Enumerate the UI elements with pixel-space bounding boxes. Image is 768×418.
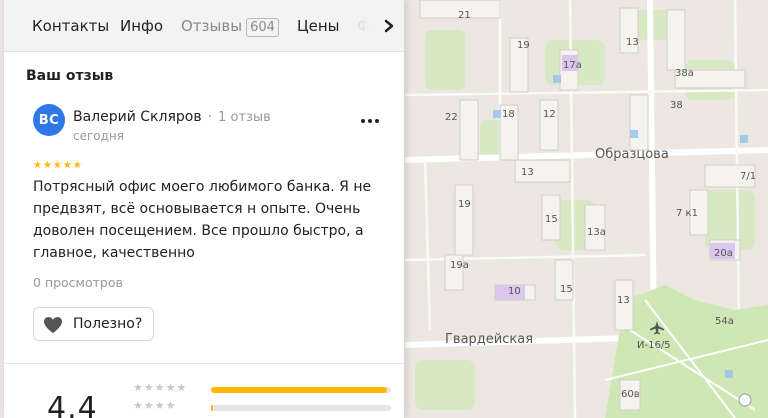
svg-text:21: 21 [458, 10, 471, 21]
tab-reviews-label: Отзывы [181, 17, 243, 35]
svg-text:20а: 20а [714, 248, 733, 259]
svg-text:13: 13 [617, 295, 630, 306]
distribution-track [211, 405, 391, 411]
svg-text:17а: 17а [563, 60, 582, 71]
tab-contacts[interactable]: Контакты [32, 17, 109, 35]
section-title: Ваш отзыв [26, 68, 114, 84]
tab-bar: Контакты Инфо Отзывы604 Цены Фо [4, 0, 404, 52]
tab-prices[interactable]: Цены [297, 17, 340, 35]
svg-text:13: 13 [626, 37, 639, 48]
svg-text:19а: 19а [450, 260, 469, 271]
review-author-line: Валерий Скляров · 1 отзыв [73, 109, 271, 125]
svg-text:15: 15 [560, 284, 573, 295]
distribution-stars: ★★★★★ [133, 381, 188, 394]
svg-text:7 к1: 7 к1 [676, 208, 698, 219]
map-view[interactable]: Образцова Гвардейская 21 19 17а 13 38а 2… [405, 0, 768, 418]
svg-text:60в: 60в [621, 389, 640, 400]
distribution-fill [211, 387, 388, 393]
map-canvas[interactable]: Образцова Гвардейская 21 19 17а 13 38а 2… [405, 0, 768, 418]
avatar[interactable]: ВС [33, 104, 65, 136]
useful-button-label: Полезно? [73, 316, 143, 332]
distribution-track [211, 387, 391, 393]
review-author-name[interactable]: Валерий Скляров [73, 109, 202, 125]
svg-text:Образцова: Образцова [595, 147, 669, 162]
rating-distribution-row: ★★★★ [133, 399, 393, 413]
separator-dot: · [207, 109, 213, 125]
rating-value: 4.4 [47, 391, 98, 418]
svg-text:38: 38 [670, 100, 683, 111]
review-views: 0 просмотров [33, 275, 123, 290]
more-options-icon[interactable] [358, 110, 382, 130]
svg-text:18: 18 [502, 109, 515, 120]
svg-text:15: 15 [545, 214, 558, 225]
svg-text:10: 10 [508, 286, 521, 297]
review-stars: ★★★★★ [33, 160, 83, 171]
review-text: Потрясный офис моего любимого банка. Я н… [33, 179, 372, 261]
svg-text:22: 22 [445, 112, 458, 123]
heart-icon [44, 317, 62, 333]
svg-text:38а: 38а [675, 68, 694, 79]
svg-text:12: 12 [543, 109, 556, 120]
useful-button[interactable]: Полезно? [33, 307, 154, 341]
distribution-stars: ★★★★ [133, 399, 177, 412]
tab-reviews[interactable]: Отзывы 604 [181, 17, 279, 37]
svg-text:19: 19 [458, 199, 471, 210]
author-review-count: 1 отзыв [218, 110, 271, 125]
reviews-count-badge: 604 [246, 18, 279, 37]
tab-fade [344, 0, 379, 51]
svg-text:И-16/5: И-16/5 [637, 340, 671, 351]
place-card-panel: Контакты Инфо Отзывы604 Цены Фо Ваш отзы… [4, 0, 405, 418]
svg-text:13а: 13а [587, 227, 606, 238]
svg-text:54а: 54а [715, 316, 734, 327]
review-date: сегодня [73, 129, 124, 143]
rating-distribution-row: ★★★★★ [133, 381, 393, 395]
svg-text:13: 13 [521, 167, 534, 178]
distribution-fill [211, 405, 213, 411]
svg-text:Гвардейская: Гвардейская [445, 332, 533, 347]
svg-text:7/1: 7/1 [740, 171, 756, 182]
divider [4, 363, 404, 364]
tab-info[interactable]: Инфо [120, 17, 163, 35]
chevron-right-icon[interactable] [382, 16, 396, 36]
svg-text:19: 19 [517, 40, 530, 51]
